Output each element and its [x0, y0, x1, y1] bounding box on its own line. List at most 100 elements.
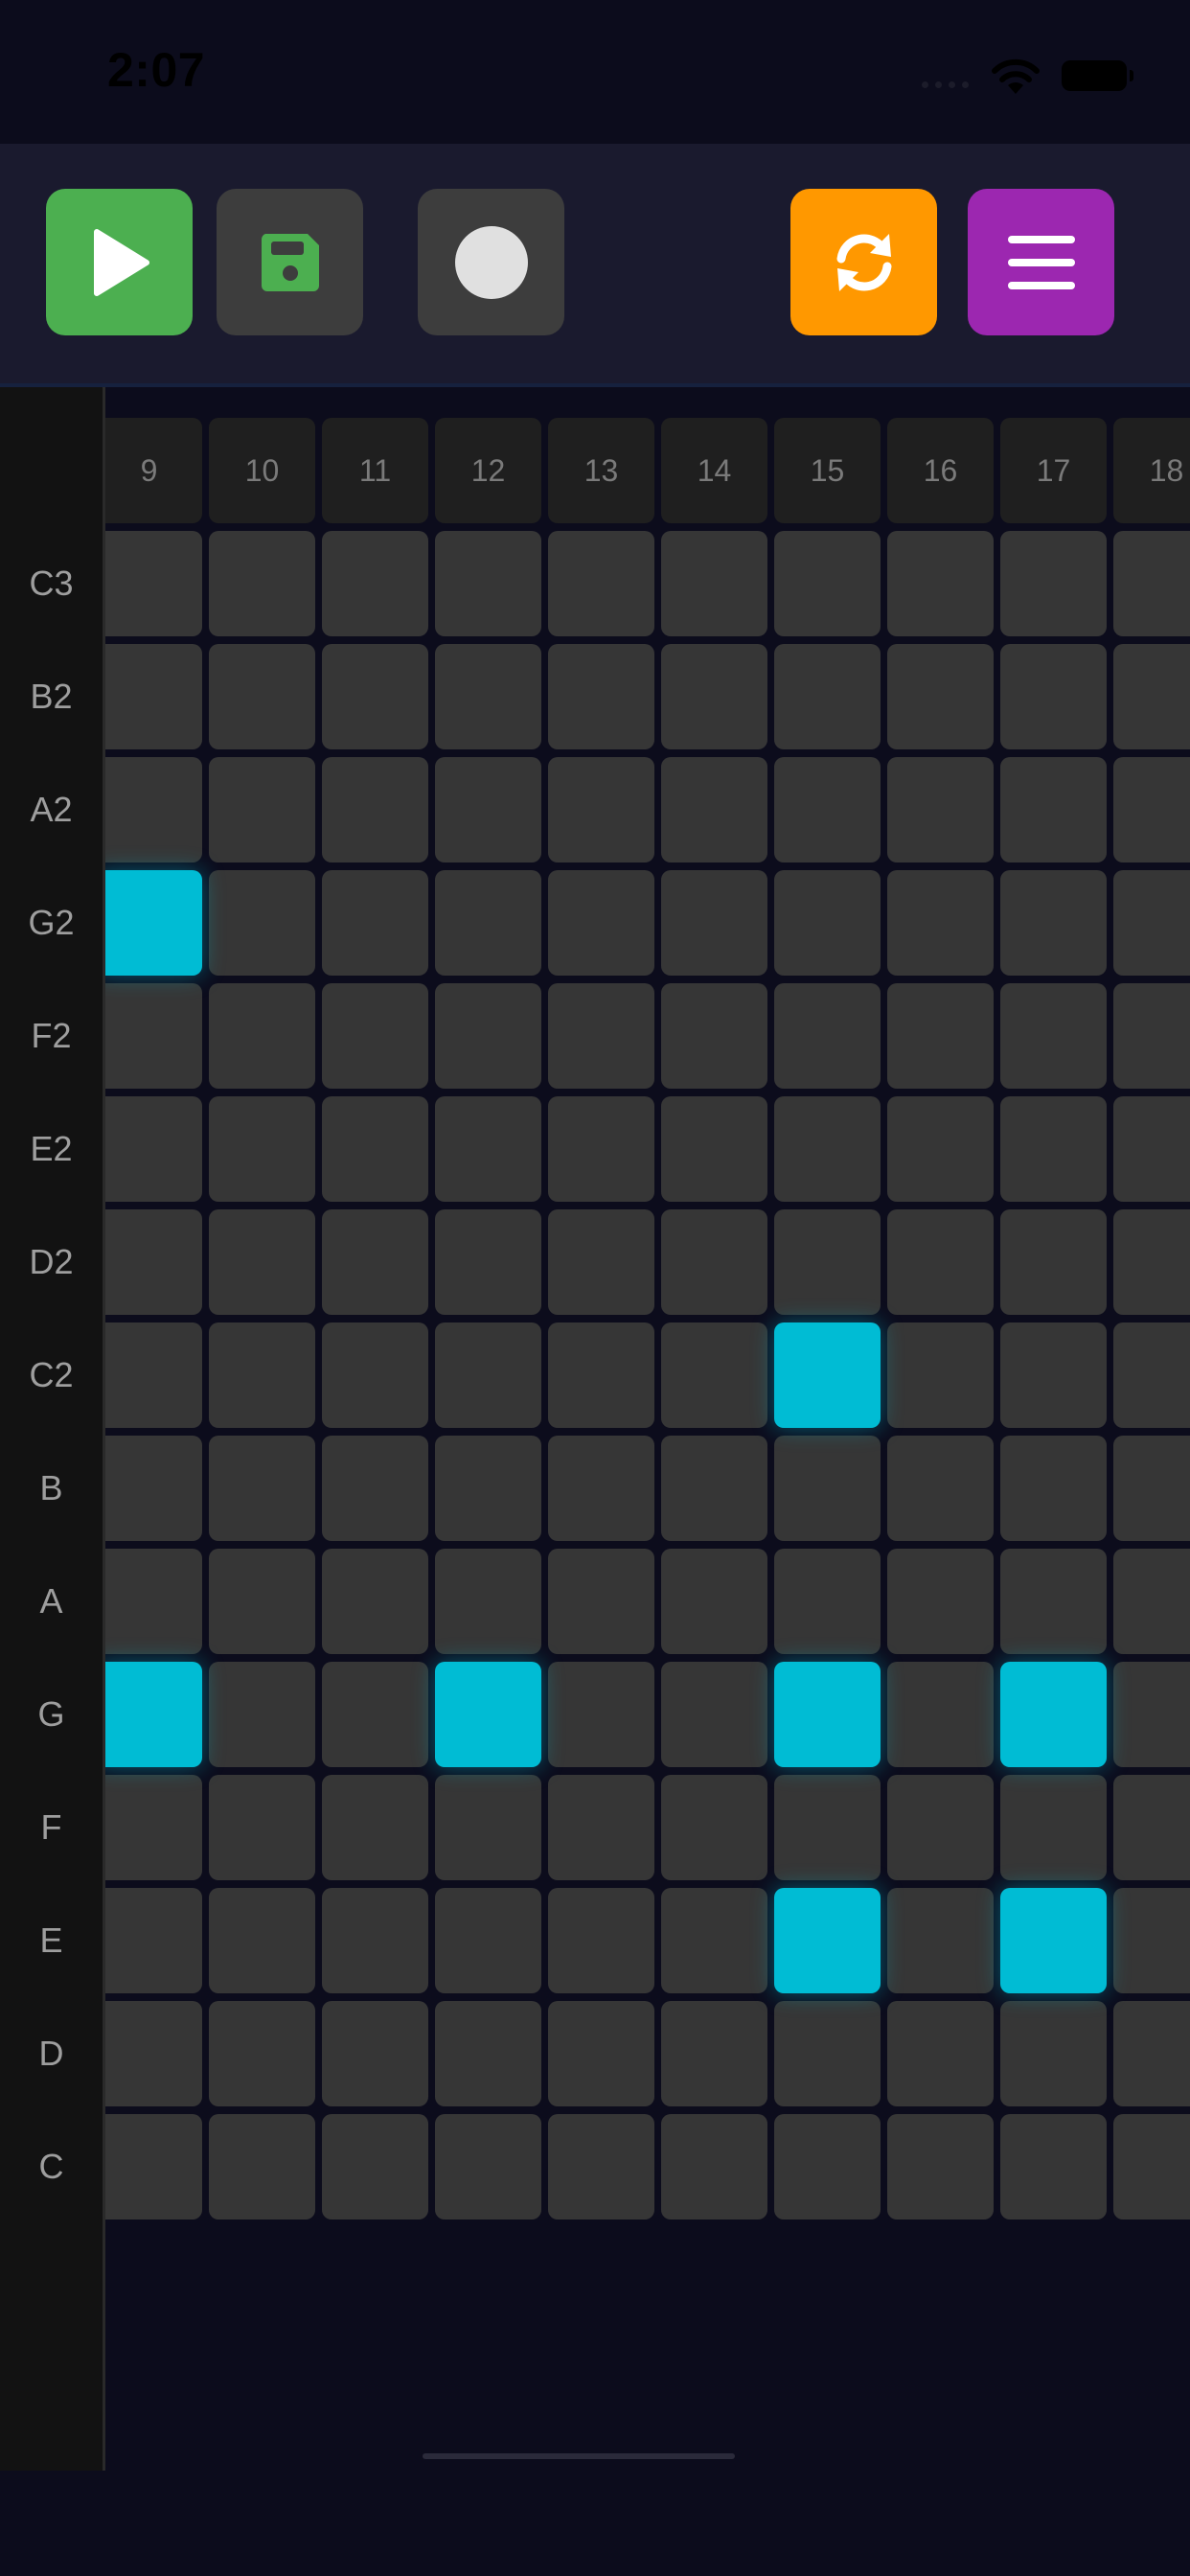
grid-cell[interactable] — [548, 1096, 654, 1202]
grid-cell[interactable] — [548, 1775, 654, 1880]
grid-cell[interactable] — [435, 1549, 541, 1654]
grid-cell-active[interactable] — [774, 1322, 881, 1428]
grid-cell[interactable] — [322, 531, 428, 636]
grid-cell[interactable] — [435, 1436, 541, 1541]
grid-cell[interactable] — [548, 757, 654, 862]
grid-cell[interactable] — [548, 870, 654, 976]
grid-cell-active[interactable] — [774, 1888, 881, 1993]
grid-cell[interactable] — [435, 1775, 541, 1880]
grid-cell[interactable] — [661, 1209, 767, 1315]
grid-cell[interactable] — [105, 757, 202, 862]
grid-cell[interactable] — [774, 870, 881, 976]
grid-cell[interactable] — [887, 1096, 994, 1202]
grid-cell[interactable] — [435, 983, 541, 1089]
step-grid[interactable]: 9 10 11 12 13 14 15 16 17 18 — [105, 387, 1190, 2471]
grid-cell[interactable] — [548, 2001, 654, 2106]
grid-cell[interactable] — [1113, 1436, 1190, 1541]
grid-cell[interactable] — [1113, 1549, 1190, 1654]
grid-cell[interactable] — [1113, 1662, 1190, 1767]
grid-cell[interactable] — [887, 531, 994, 636]
grid-cell[interactable] — [322, 1775, 428, 1880]
grid-cell[interactable] — [435, 1209, 541, 1315]
grid-cell[interactable] — [1113, 757, 1190, 862]
grid-cell[interactable] — [548, 1549, 654, 1654]
play-button[interactable] — [46, 189, 193, 335]
grid-cell[interactable] — [105, 1096, 202, 1202]
grid-cell[interactable] — [435, 2114, 541, 2220]
grid-cell[interactable] — [661, 1436, 767, 1541]
grid-cell[interactable] — [887, 1662, 994, 1767]
grid-cell[interactable] — [105, 1775, 202, 1880]
grid-cell[interactable] — [209, 644, 315, 749]
grid-cell[interactable] — [1113, 531, 1190, 636]
grid-cell[interactable] — [322, 1322, 428, 1428]
grid-cell[interactable] — [105, 531, 202, 636]
grid-cell[interactable] — [322, 1436, 428, 1541]
grid-cell[interactable] — [887, 983, 994, 1089]
grid-cell[interactable] — [548, 1322, 654, 1428]
grid-cell[interactable] — [661, 870, 767, 976]
grid-cell[interactable] — [774, 1436, 881, 1541]
grid-cell[interactable] — [887, 1209, 994, 1315]
grid-cell[interactable] — [1113, 1775, 1190, 1880]
grid-cell[interactable] — [1113, 2001, 1190, 2106]
grid-cell[interactable] — [1113, 870, 1190, 976]
grid-cell[interactable] — [1000, 870, 1107, 976]
grid-cell[interactable] — [774, 531, 881, 636]
grid-cell[interactable] — [661, 1096, 767, 1202]
grid-cell[interactable] — [774, 1209, 881, 1315]
record-button[interactable] — [418, 189, 564, 335]
grid-cell[interactable] — [209, 1549, 315, 1654]
grid-cell[interactable] — [661, 757, 767, 862]
grid-cell[interactable] — [105, 644, 202, 749]
grid-cell[interactable] — [435, 2001, 541, 2106]
grid-cell[interactable] — [548, 1436, 654, 1541]
grid-cell[interactable] — [209, 1888, 315, 1993]
grid-cell[interactable] — [209, 757, 315, 862]
grid-cell[interactable] — [105, 1549, 202, 1654]
grid-cell[interactable] — [105, 1209, 202, 1315]
grid-cell[interactable] — [1113, 1888, 1190, 1993]
grid-cell[interactable] — [105, 983, 202, 1089]
grid-cell[interactable] — [548, 1888, 654, 1993]
grid-cell[interactable] — [887, 644, 994, 749]
grid-cell[interactable] — [209, 1209, 315, 1315]
grid-cell[interactable] — [105, 1436, 202, 1541]
grid-cell[interactable] — [322, 1662, 428, 1767]
grid-cell-active[interactable] — [435, 1662, 541, 1767]
grid-cell[interactable] — [1000, 1096, 1107, 1202]
grid-cell[interactable] — [322, 2001, 428, 2106]
grid-cell[interactable] — [435, 1096, 541, 1202]
grid-cell[interactable] — [1000, 2001, 1107, 2106]
grid-cell[interactable] — [209, 1322, 315, 1428]
grid-cell[interactable] — [887, 1888, 994, 1993]
grid-cell[interactable] — [548, 983, 654, 1089]
grid-cell[interactable] — [887, 1549, 994, 1654]
grid-cell[interactable] — [661, 1662, 767, 1767]
grid-cell-active[interactable] — [1000, 1662, 1107, 1767]
grid-cell[interactable] — [1000, 1549, 1107, 1654]
grid-cell[interactable] — [209, 2114, 315, 2220]
grid-cell[interactable] — [435, 757, 541, 862]
grid-cell[interactable] — [661, 1322, 767, 1428]
grid-cell-active[interactable] — [774, 1662, 881, 1767]
grid-cell[interactable] — [435, 870, 541, 976]
grid-cell[interactable] — [209, 1662, 315, 1767]
menu-button[interactable] — [968, 189, 1114, 335]
loop-button[interactable] — [790, 189, 937, 335]
grid-cell[interactable] — [1000, 1775, 1107, 1880]
grid-cell[interactable] — [322, 1096, 428, 1202]
grid-cell[interactable] — [548, 531, 654, 636]
grid-cell[interactable] — [209, 1775, 315, 1880]
grid-cell[interactable] — [548, 644, 654, 749]
grid-cell[interactable] — [887, 1775, 994, 1880]
grid-cell[interactable] — [661, 1888, 767, 1993]
grid-cell-active[interactable] — [1000, 1888, 1107, 1993]
grid-cell[interactable] — [322, 983, 428, 1089]
grid-cell[interactable] — [774, 983, 881, 1089]
grid-cell[interactable] — [1113, 1322, 1190, 1428]
grid-cell[interactable] — [105, 2114, 202, 2220]
grid-cell[interactable] — [435, 1888, 541, 1993]
grid-cell[interactable] — [887, 2114, 994, 2220]
grid-cell[interactable] — [1000, 644, 1107, 749]
